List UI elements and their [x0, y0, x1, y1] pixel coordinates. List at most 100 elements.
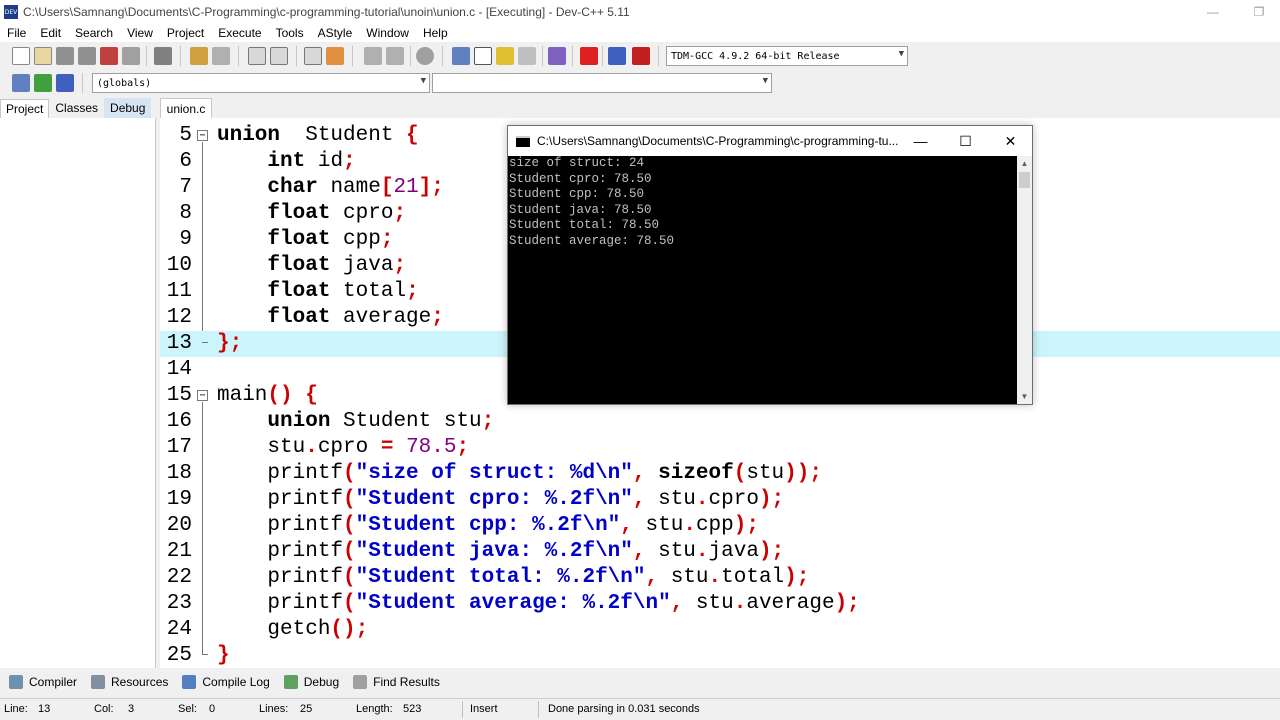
tab-classes[interactable]: Classes — [49, 98, 104, 118]
syntax-check-icon[interactable] — [548, 47, 566, 65]
code-line[interactable]: 25} — [160, 643, 1280, 668]
status-col-value: 3 — [128, 703, 135, 715]
code-text: float java; — [217, 253, 406, 279]
project-icon[interactable] — [452, 47, 470, 65]
goto-icon[interactable] — [56, 74, 74, 92]
code-token: Student — [280, 124, 407, 147]
toggle-bookmark-icon[interactable] — [416, 47, 434, 65]
insert-icon[interactable] — [12, 74, 30, 92]
find-icon[interactable] — [248, 47, 266, 65]
layout-icon[interactable] — [518, 47, 536, 65]
console-close-button[interactable]: ✕ — [988, 126, 1033, 156]
code-line[interactable]: 23 printf("Student average: %.2f\n", stu… — [160, 591, 1280, 617]
stop-execution-icon[interactable] — [580, 47, 598, 65]
find-next-icon[interactable] — [304, 47, 322, 65]
new-file-icon[interactable] — [12, 47, 30, 65]
save-all-icon[interactable] — [78, 47, 96, 65]
tab-compiler[interactable]: Compiler — [4, 671, 82, 693]
unindent-icon[interactable] — [386, 47, 404, 65]
save-icon[interactable] — [56, 47, 74, 65]
code-token: printf — [217, 540, 344, 563]
redo-icon[interactable] — [212, 47, 230, 65]
code-token: ( — [343, 462, 356, 485]
open-file-icon[interactable] — [34, 47, 52, 65]
file-tab-union-c[interactable]: union.c — [160, 98, 212, 118]
line-number: 24 — [166, 618, 192, 641]
console-output[interactable]: size of struct: 24 Student cpro: 78.50 Stu… — [508, 156, 1017, 404]
menu-help[interactable]: Help — [416, 26, 455, 40]
code-token: }; — [217, 332, 243, 355]
code-token: stu — [645, 488, 696, 511]
code-line[interactable]: 24 getch(); — [160, 617, 1280, 643]
scroll-down-arrow-icon[interactable]: ▼ — [1017, 389, 1032, 404]
close-file-icon[interactable] — [100, 47, 118, 65]
tab-debug[interactable]: Debug — [104, 98, 152, 118]
code-token: ; — [393, 202, 407, 225]
undo-icon[interactable] — [190, 47, 208, 65]
replace-icon[interactable] — [270, 47, 288, 65]
code-line[interactable]: 20 printf("Student cpp: %.2f\n", stu.cpp… — [160, 513, 1280, 539]
line-number: 20 — [166, 514, 192, 537]
indent-icon[interactable] — [364, 47, 382, 65]
tab-resources[interactable]: Resources — [86, 671, 173, 693]
console-minimize-button[interactable]: — — [898, 126, 943, 156]
scroll-thumb[interactable] — [1019, 172, 1030, 188]
line-number: 17 — [166, 436, 192, 459]
menu-astyle[interactable]: AStyle — [311, 26, 360, 40]
profile-icon[interactable] — [608, 47, 626, 65]
code-line[interactable]: 16 union Student stu; — [160, 409, 1280, 435]
project-browser[interactable] — [0, 118, 156, 668]
code-token: printf — [217, 566, 344, 589]
tab-compile-log[interactable]: Compile Log — [177, 671, 274, 693]
members-select[interactable]: ▼ — [432, 73, 772, 93]
left-panel-tabs: Project Classes Debug — [0, 98, 156, 118]
restore-button[interactable]: ❐ — [1236, 0, 1280, 24]
code-line[interactable]: 22 printf("Student total: %.2f\n", stu.t… — [160, 565, 1280, 591]
delete-profile-icon[interactable] — [632, 47, 650, 65]
console-scrollbar[interactable]: ▲ ▼ — [1017, 156, 1032, 404]
tab-project[interactable]: Project — [0, 99, 50, 118]
code-token: ; — [456, 436, 470, 459]
fold-end-marker — [202, 654, 208, 655]
globals-select[interactable]: (globals) ▼ — [92, 73, 430, 93]
print-icon[interactable] — [154, 47, 172, 65]
code-token: , — [645, 566, 659, 589]
code-line[interactable]: 21 printf("Student java: %.2f\n", stu.ja… — [160, 539, 1280, 565]
code-line[interactable]: 19 printf("Student cpro: %.2f\n", stu.cp… — [160, 487, 1280, 513]
status-line-label: Line: — [4, 703, 28, 715]
fold-collapse-icon[interactable]: − — [197, 130, 208, 141]
console-output-line: Student cpp: 78.50 — [509, 187, 645, 201]
menu-search[interactable]: Search — [68, 26, 120, 40]
code-text: printf("size of struct: %d\n", sizeof(st… — [217, 461, 822, 487]
menu-view[interactable]: View — [120, 26, 160, 40]
menu-tools[interactable]: Tools — [269, 26, 311, 40]
menu-edit[interactable]: Edit — [33, 26, 68, 40]
code-token: average — [330, 306, 432, 329]
new-class-icon[interactable] — [496, 47, 514, 65]
compiler-select[interactable]: TDM-GCC 4.9.2 64-bit Release ▼ — [666, 46, 908, 66]
menu-file[interactable]: File — [0, 26, 33, 40]
fold-collapse-icon[interactable]: − — [197, 390, 208, 401]
console-maximize-button[interactable]: ☐ — [943, 126, 988, 156]
menu-execute[interactable]: Execute — [211, 26, 268, 40]
close-all-icon[interactable] — [122, 47, 140, 65]
goto-line-icon[interactable] — [326, 47, 344, 65]
scroll-up-arrow-icon[interactable]: ▲ — [1017, 156, 1032, 171]
console-window[interactable]: C:\Users\Samnang\Documents\C-Programming… — [507, 125, 1033, 405]
code-token: java — [708, 540, 759, 563]
tab-debug-bottom[interactable]: Debug — [279, 671, 344, 693]
code-text: }; — [217, 331, 242, 357]
code-token: sizeof — [658, 462, 734, 485]
window-icon[interactable] — [474, 47, 492, 65]
tab-find-results[interactable]: Find Results — [348, 671, 445, 693]
menu-window[interactable]: Window — [359, 26, 416, 40]
code-line[interactable]: 18 printf("size of struct: %d\n", sizeof… — [160, 461, 1280, 487]
minimize-button[interactable]: — — [1190, 0, 1236, 24]
code-text: main() { — [217, 383, 318, 409]
toggle-icon[interactable] — [34, 74, 52, 92]
menu-project[interactable]: Project — [160, 26, 211, 40]
code-line[interactable]: 17 stu.cpro = 78.5; — [160, 435, 1280, 461]
